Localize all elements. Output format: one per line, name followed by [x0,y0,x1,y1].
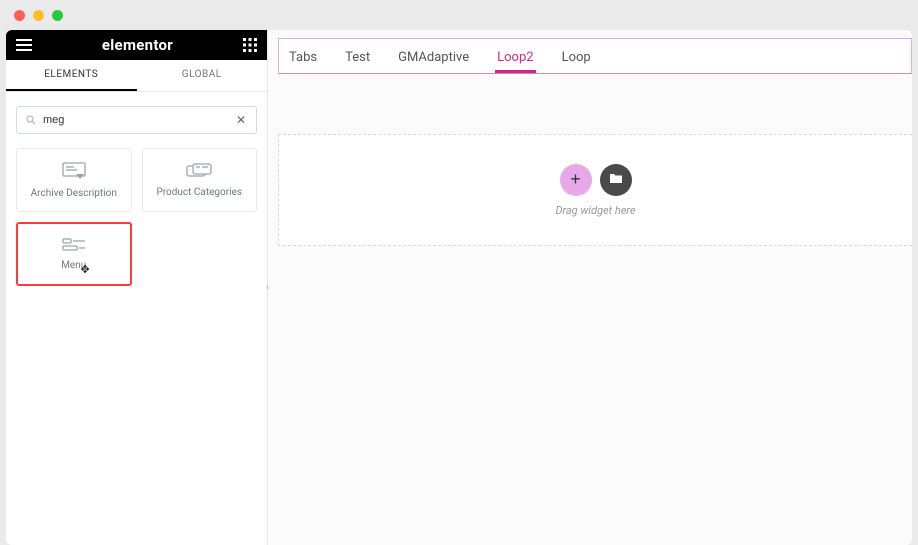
canvas-tab-test[interactable]: Test [343,47,372,73]
archive-desc-icon [62,162,86,180]
apps-grid-icon[interactable] [243,38,257,52]
drop-buttons: + [560,164,632,196]
brand-logo: elementor [102,36,173,54]
drop-zone[interactable]: + Drag widget here [278,134,912,246]
plus-icon: + [570,169,581,190]
editor-canvas: ‹ Tabs Test GMAdaptive Loop2 Loop + [268,30,912,545]
widget-menu[interactable]: Menu ✥ [16,222,132,286]
add-widget-button[interactable]: + [560,164,592,196]
panel-tabs: ELEMENTS GLOBAL [6,60,267,92]
canvas-tab-gmadaptive[interactable]: GMAdaptive [396,47,471,73]
maximize-window-button[interactable] [52,10,63,21]
widget-label: Product Categories [156,187,242,198]
canvas-tab-loop2[interactable]: Loop2 [495,47,535,73]
clear-search-icon[interactable]: ✕ [234,111,248,129]
canvas-tab-tabs[interactable]: Tabs [287,47,319,73]
product-cat-icon [186,163,212,179]
folder-icon [609,172,623,187]
template-folder-button[interactable] [600,164,632,196]
canvas-tab-loop[interactable]: Loop [560,47,593,73]
tab-global[interactable]: GLOBAL [137,60,268,91]
widgets-grid: Archive Description Product Categories [6,144,267,296]
widgets-sidebar: elementor ELEMENTS [6,30,268,545]
mac-titlebar [0,0,918,30]
widget-archive-description[interactable]: Archive Description [16,148,132,212]
menu-icon[interactable] [16,38,32,52]
canvas-tabs: Tabs Test GMAdaptive Loop2 Loop [278,38,912,74]
close-window-button[interactable] [14,10,25,21]
app-body: elementor ELEMENTS [6,30,912,545]
widget-product-categories[interactable]: Product Categories [142,148,258,212]
menu-widget-icon [62,238,86,252]
move-cursor-icon: ✥ [80,263,89,276]
search-wrap: ✕ [6,92,267,144]
sidebar-header: elementor [6,30,267,60]
widget-label: Archive Description [31,188,117,199]
search-input[interactable] [43,114,234,126]
app-window: elementor ELEMENTS [0,0,918,545]
search-box: ✕ [16,106,257,134]
search-icon [25,114,37,126]
tab-elements[interactable]: ELEMENTS [6,60,137,91]
drop-hint-text: Drag widget here [555,204,635,217]
collapse-sidebar-icon[interactable]: ‹ [266,282,269,293]
minimize-window-button[interactable] [33,10,44,21]
